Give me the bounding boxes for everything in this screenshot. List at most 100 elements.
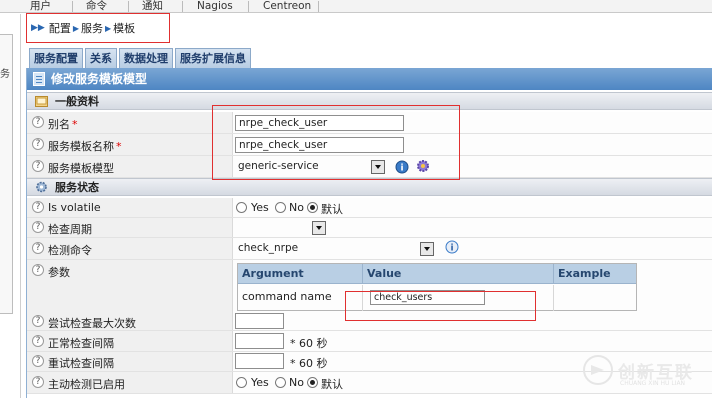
gear-icon[interactable]: [416, 159, 430, 173]
row-parameters: ? 参数 Argument Value Example command name…: [27, 260, 712, 314]
breadcrumb-item-config[interactable]: 配置: [49, 20, 71, 36]
help-icon[interactable]: ?: [32, 376, 44, 388]
chevron-down-icon[interactable]: [420, 242, 434, 256]
radio-active-no[interactable]: [275, 377, 286, 388]
breadcrumb-home-icon: ▶▶: [31, 23, 45, 33]
watermark-logo-icon: [583, 355, 613, 385]
radio-label-yes: Yes: [251, 376, 269, 389]
help-icon[interactable]: ?: [32, 355, 44, 367]
row-is-volatile: ? Is volatile Yes No 默认: [27, 198, 712, 218]
alias-input[interactable]: nrpe_check_user: [235, 115, 404, 131]
alias-label: 别名: [48, 118, 70, 131]
chevron-down-icon[interactable]: [312, 221, 326, 235]
tab-relations[interactable]: 关系: [85, 48, 117, 68]
watermark-subtext: CHUANG XIN HU LIAN: [620, 380, 686, 387]
breadcrumb-arrow-icon: ▶: [72, 23, 79, 33]
parameters-label: 参数: [48, 266, 70, 279]
nav-separator: [72, 1, 73, 12]
help-icon[interactable]: ?: [32, 242, 44, 254]
row-normal-interval: ? 正常检查间隔 * 60 秒: [27, 331, 712, 352]
section-general: 一般资料: [27, 92, 712, 110]
radio-active-yes[interactable]: [236, 377, 247, 388]
tab-bar: 服务配置 关系 数据处理 服务扩展信息: [29, 48, 251, 68]
section-state-title: 服务状态: [55, 181, 99, 194]
help-icon[interactable]: ?: [32, 335, 44, 347]
radio-label-yes: Yes: [251, 201, 269, 214]
row-template-model: ? 服务模板模型 generic-service i: [27, 156, 712, 178]
left-sidebar: 务: [0, 14, 21, 398]
row-check-period: ? 检查周期: [27, 218, 712, 238]
radio-label-default: 默认: [321, 378, 343, 391]
folder-icon: [35, 96, 48, 107]
nav-notifications[interactable]: 通知: [142, 0, 163, 13]
tab-extended-info[interactable]: 服务扩展信息: [175, 48, 251, 68]
row-alias: ? 别名 * nrpe_check_user: [27, 112, 712, 134]
nav-commands[interactable]: 命令: [86, 0, 107, 13]
retry-interval-unit: * 60 秒: [290, 357, 328, 370]
nav-separator: [318, 1, 319, 12]
chevron-down-icon[interactable]: [371, 160, 385, 174]
top-nav: 用户 命令 通知 Nagios Centreon: [0, 0, 712, 13]
help-icon[interactable]: ?: [32, 160, 44, 172]
tab-service-config[interactable]: 服务配置: [29, 48, 83, 68]
value-cell: check_users: [363, 285, 554, 311]
help-icon[interactable]: ?: [32, 201, 44, 213]
nav-users[interactable]: 用户: [30, 0, 51, 13]
sidebar-label: 务: [0, 69, 10, 80]
template-model-select[interactable]: generic-service: [235, 159, 387, 175]
is-volatile-label: Is volatile: [48, 201, 101, 214]
help-icon[interactable]: ?: [32, 315, 44, 327]
nav-separator: [128, 1, 129, 12]
nav-nagios[interactable]: Nagios: [197, 0, 233, 13]
max-attempts-label: 尝试检查最大次数: [48, 317, 136, 330]
help-icon[interactable]: ?: [32, 221, 44, 233]
argument-cell: command name: [238, 285, 363, 311]
template-name-input[interactable]: nrpe_check_user: [235, 137, 404, 153]
radio-volatile-default[interactable]: [307, 202, 318, 213]
breadcrumb-item-templates[interactable]: 模板: [113, 20, 135, 36]
radio-volatile-yes[interactable]: [236, 202, 247, 213]
settings-icon: [36, 181, 47, 193]
radio-active-default[interactable]: [307, 377, 318, 388]
check-command-label: 检测命令: [48, 244, 92, 257]
nav-centreon[interactable]: Centreon: [263, 0, 311, 13]
template-model-label: 服务模板模型: [48, 162, 114, 175]
sidebar-panel[interactable]: 务: [0, 34, 13, 314]
normal-interval-unit: * 60 秒: [290, 337, 328, 350]
retry-interval-label: 重试检查间隔: [48, 357, 114, 370]
template-name-label: 服务模板名称: [48, 140, 114, 153]
tab-data-processing[interactable]: 数据处理: [119, 48, 173, 68]
argument-value-input[interactable]: check_users: [370, 290, 485, 305]
radio-label-no: No: [289, 376, 304, 389]
section-state: 服务状态: [27, 178, 712, 196]
max-attempts-input[interactable]: [235, 313, 284, 329]
normal-interval-label: 正常检查间隔: [48, 337, 114, 350]
info-icon[interactable]: i: [395, 160, 409, 174]
radio-volatile-no[interactable]: [275, 202, 286, 213]
required-marker: *: [72, 118, 78, 131]
help-icon[interactable]: ?: [32, 264, 44, 276]
help-icon[interactable]: ?: [32, 116, 44, 128]
info-icon[interactable]: i: [445, 240, 459, 254]
breadcrumb-arrow-icon: ▶: [105, 23, 112, 33]
help-icon[interactable]: ?: [32, 138, 44, 150]
column-header-argument: Argument: [238, 264, 363, 284]
service-template-form: 修改服务模板模型 一般资料 ? 别名 * nrpe_check_user ? 服务…: [26, 68, 712, 398]
argument-table: Argument Value Example command name chec…: [237, 263, 637, 311]
column-header-value: Value: [363, 264, 554, 284]
breadcrumb: ▶▶ 配置 ▶ 服务 ▶ 模板: [26, 13, 170, 43]
retry-interval-input[interactable]: [235, 353, 284, 369]
watermark: 创新互联 CHUANG XIN HU LIAN: [578, 352, 712, 388]
required-marker: *: [116, 140, 122, 153]
normal-interval-input[interactable]: [235, 333, 284, 349]
active-checks-label: 主动检测已启用: [48, 378, 125, 391]
form-title: 修改服务模板模型: [51, 72, 148, 86]
check-command-select[interactable]: check_nrpe: [235, 241, 435, 257]
svg-text:i: i: [400, 164, 403, 174]
nav-separator: [182, 1, 183, 12]
svg-text:i: i: [450, 244, 453, 254]
nav-separator: [248, 1, 249, 12]
row-template-name: ? 服务模板名称 * nrpe_check_user: [27, 134, 712, 156]
breadcrumb-item-services[interactable]: 服务: [81, 20, 103, 36]
form-list-icon: [33, 72, 45, 86]
